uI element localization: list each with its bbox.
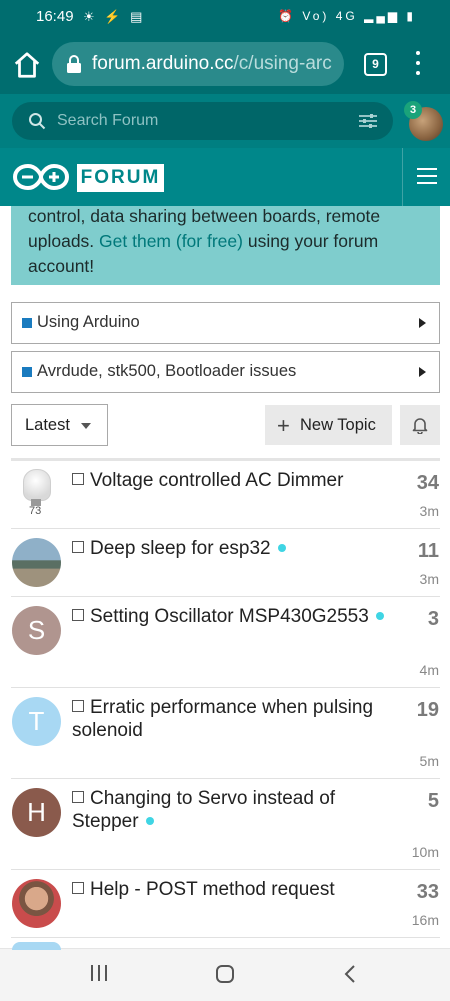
- status-bar: 16:49 ☀ ⚡ ▤ ⏰ Vo) 4G ▂▄▆ ▮: [0, 0, 450, 34]
- checkbox-icon: [72, 609, 84, 621]
- topic-title-text: Voltage controlled AC Dimmer: [90, 470, 344, 491]
- home-nav-icon[interactable]: [215, 964, 235, 984]
- topic-title[interactable]: Setting Oscillator MSP430G2553: [72, 605, 392, 628]
- banner-text: control, data sharing between boards, re…: [28, 206, 381, 276]
- sort-dropdown[interactable]: Latest: [11, 404, 108, 446]
- reply-count[interactable]: 33: [417, 881, 439, 904]
- address-bar[interactable]: forum.arduino.cc/c/using-arc: [52, 42, 344, 86]
- new-topic-button[interactable]: + New Topic: [265, 405, 392, 445]
- forum-search-row: Search Forum: [0, 94, 450, 148]
- banner-link[interactable]: Get them (for free): [99, 231, 243, 251]
- unread-dot-icon: [375, 612, 384, 620]
- topic-avatar-partial: [12, 942, 61, 950]
- info-banner: control, data sharing between boards, re…: [11, 206, 440, 285]
- notifications-button[interactable]: [400, 405, 440, 445]
- home-icon[interactable]: [12, 50, 42, 80]
- topic-age[interactable]: 16m: [412, 912, 439, 928]
- tab-switcher-button[interactable]: 9: [364, 53, 387, 76]
- topic-row[interactable]: Help - POST method request 33 16m: [0, 870, 450, 938]
- sort-label: Latest: [25, 416, 70, 434]
- topic-row[interactable]: H Changing to Servo instead of Stepper 5 10…: [0, 779, 450, 870]
- unread-dot-icon: [277, 544, 286, 552]
- subcategory-label: Avrdude, stk500, Bootloader issues: [37, 362, 297, 380]
- topic-avatar[interactable]: [12, 538, 61, 587]
- forum-label[interactable]: FORUM: [77, 164, 164, 192]
- search-icon: [29, 113, 46, 130]
- status-icons-left: ☀ ⚡ ▤: [83, 9, 146, 24]
- checkbox-icon: [72, 700, 84, 712]
- bell-icon: [412, 418, 428, 434]
- topic-avatar[interactable]: [12, 879, 61, 928]
- clock: 16:49: [36, 8, 74, 25]
- topic-avatar[interactable]: S: [12, 606, 61, 655]
- plus-icon: +: [277, 413, 290, 438]
- browser-toolbar: forum.arduino.cc/c/using-arc 9: [0, 34, 450, 94]
- reply-count[interactable]: 34: [417, 472, 439, 495]
- lock-icon: [67, 55, 81, 73]
- topic-row[interactable]: Deep sleep for esp32 11 3m: [0, 529, 450, 597]
- checkbox-icon: [72, 882, 84, 894]
- checkbox-icon: [72, 791, 84, 803]
- category-color-swatch: [22, 318, 32, 328]
- topic-title-text: Setting Oscillator MSP430G2553: [90, 606, 369, 627]
- recents-icon[interactable]: [89, 964, 109, 982]
- url-text: forum.arduino.cc/c/using-arc: [92, 53, 332, 74]
- filter-icon[interactable]: [358, 113, 378, 129]
- subcategory-dropdown[interactable]: Avrdude, stk500, Bootloader issues: [11, 351, 440, 393]
- notification-badge[interactable]: 3: [404, 101, 422, 119]
- row-divider: [11, 937, 440, 938]
- android-nav-bar: [0, 948, 450, 1001]
- topic-title[interactable]: Voltage controlled AC Dimmer: [72, 469, 392, 492]
- topic-title[interactable]: Help - POST method request: [72, 878, 392, 901]
- topic-age[interactable]: 4m: [420, 662, 439, 678]
- topic-avatar[interactable]: H: [12, 788, 61, 837]
- checkbox-icon: [72, 541, 84, 553]
- topic-age[interactable]: 5m: [420, 753, 439, 769]
- topic-title-text: Changing to Servo instead of Stepper: [72, 788, 336, 832]
- more-menu-icon[interactable]: [412, 51, 424, 77]
- checkbox-icon: [72, 473, 84, 485]
- topic-title-text: Deep sleep for esp32: [90, 538, 271, 559]
- topic-row[interactable]: 73 Voltage controlled AC Dimmer 34 3m: [0, 461, 450, 529]
- back-icon[interactable]: [343, 964, 357, 984]
- reply-count[interactable]: 3: [428, 608, 439, 631]
- subcategory-color-swatch: [22, 367, 32, 377]
- reply-count[interactable]: 11: [418, 540, 439, 563]
- search-placeholder: Search Forum: [57, 112, 159, 129]
- header-divider: [402, 148, 403, 206]
- topic-title-text: Erratic performance when pulsing solenoi…: [72, 697, 374, 741]
- forum-header: FORUM: [0, 148, 450, 206]
- status-icons-right: ⏰ Vo) 4G ▂▄▆ ▮: [278, 9, 416, 23]
- new-topic-label: New Topic: [300, 416, 376, 434]
- caret-right-icon: [419, 318, 426, 328]
- reply-count[interactable]: 19: [417, 699, 439, 722]
- topic-avatar[interactable]: T: [12, 697, 61, 746]
- category-label: Using Arduino: [37, 313, 140, 331]
- reply-count[interactable]: 5: [428, 790, 439, 813]
- topic-age[interactable]: 3m: [420, 503, 439, 519]
- topic-row[interactable]: T Erratic performance when pulsing soleno…: [0, 688, 450, 779]
- lightbulb-icon: [23, 469, 51, 501]
- avatar-caption: 73: [29, 505, 42, 517]
- unread-dot-icon: [145, 817, 154, 825]
- category-dropdown[interactable]: Using Arduino: [11, 302, 440, 344]
- topic-age[interactable]: 3m: [420, 571, 439, 587]
- chevron-down-icon: [81, 423, 91, 429]
- topic-title-text: Help - POST method request: [90, 879, 335, 900]
- topic-row[interactable]: S Setting Oscillator MSP430G2553 3 4m: [0, 597, 450, 688]
- topic-title[interactable]: Deep sleep for esp32: [72, 537, 392, 560]
- hamburger-menu-icon[interactable]: [417, 168, 437, 184]
- caret-right-icon: [419, 367, 426, 377]
- topic-title[interactable]: Erratic performance when pulsing solenoi…: [72, 696, 392, 742]
- search-input[interactable]: Search Forum: [12, 102, 393, 140]
- arduino-logo-icon[interactable]: [12, 162, 70, 192]
- topic-title[interactable]: Changing to Servo instead of Stepper: [72, 787, 392, 833]
- topic-age[interactable]: 10m: [412, 844, 439, 860]
